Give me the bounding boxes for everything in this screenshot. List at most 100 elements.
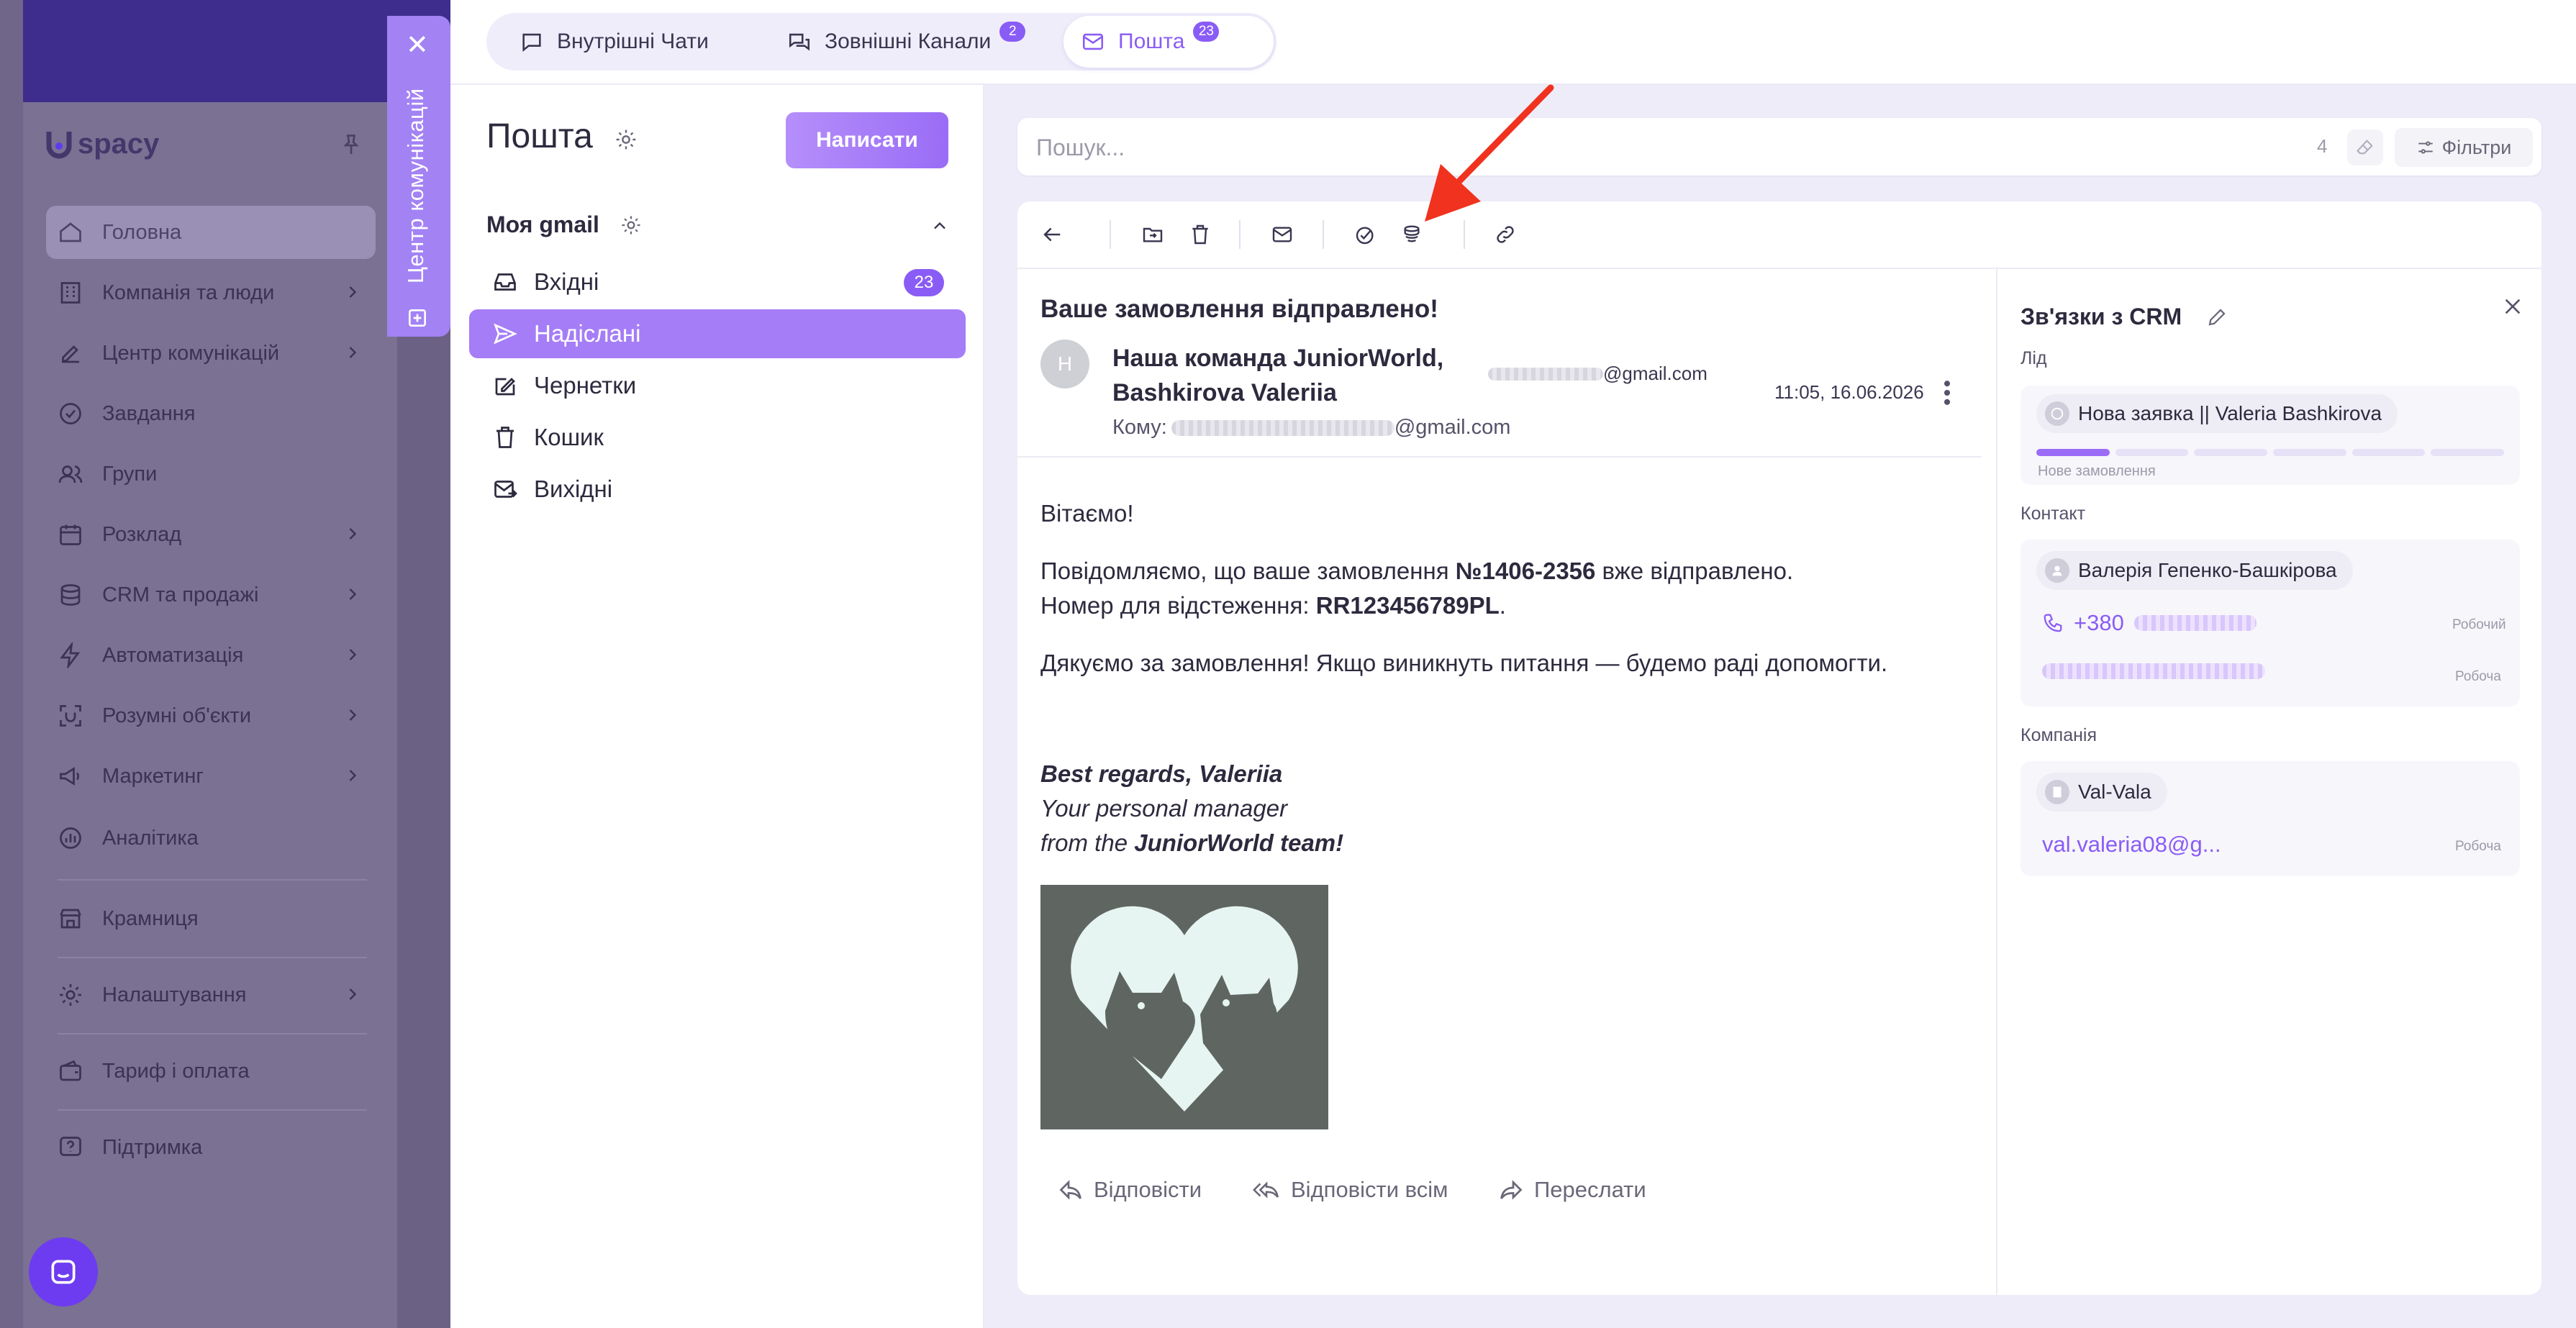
annotation-arrow-icon [1425,84,1554,222]
sidebar-item-settings[interactable]: Налаштування [46,968,376,1022]
lead-chip[interactable]: Нова заявка || Valeria Bashkirova [2036,394,2398,433]
tab-label: Внутрішні Чати [557,29,709,53]
contact-card[interactable]: Валерія Гепенко-Башкірова +380 Робочий Р… [2021,540,2520,706]
delete-icon[interactable] [1184,219,1216,250]
company-email[interactable]: val.valeria08@g... [2042,832,2221,858]
users-icon [55,458,86,490]
email-type-tag: Робоча [2455,669,2501,684]
sidebar-divider [58,957,367,958]
back-arrow-icon[interactable] [1036,219,1068,250]
sidebar-divider [58,1033,367,1034]
reply-button[interactable]: Відповісти [1058,1177,1202,1203]
sidebar-item-home[interactable]: Головна [46,206,376,259]
body-line: Номер для відстеження: RR123456789PL. [1040,588,1976,623]
lead-avatar-icon [2045,401,2069,426]
sidebar-item-groups[interactable]: Групи [46,447,376,501]
sidebar-item-label: Маркетинг [102,764,204,788]
analytics-icon [55,822,86,854]
communication-center-tab[interactable]: ✕ Центр комунікацій [387,16,450,337]
sender-name: Наша команда JuniorWorld, Bashkirova Val… [1112,345,1444,406]
signature: Best regards, Valeriia Your personal man… [1040,757,1343,860]
tab-internal-chats[interactable]: Внутрішні Чати [502,16,726,68]
compose-button[interactable]: Написати [786,112,948,168]
edit-icon [55,337,86,369]
redacted-text [2042,663,2265,679]
mail-icon [1081,29,1105,54]
reply-all-button[interactable]: Відповісти всім [1252,1177,1448,1203]
company-logo-image [1040,885,1328,1129]
folder-inbox[interactable]: Вхідні 23 [469,258,966,306]
sidebar-item-label: CRM та продажі [102,583,259,606]
company-card[interactable]: Val-Vala val.valeria08@g... Робоча [2021,761,2520,876]
contact-phone[interactable]: +380 [2042,610,2257,636]
company-chip[interactable]: Val-Vala [2036,773,2167,811]
sidebar-item-store[interactable]: Крамниця [46,892,376,945]
close-icon[interactable]: ✕ [406,32,429,59]
folder-trash[interactable]: Кошик [469,413,966,462]
sidebar-item-schedule[interactable]: Розклад [46,508,376,561]
folder-sent[interactable]: Надіслані [469,309,966,358]
body-text: Номер для відстеження: [1040,592,1316,619]
body-text: вже відправлено. [1595,558,1794,584]
sidebar-item-communications[interactable]: Центр комунікацій [46,327,376,380]
sidebar-item-label: Розклад [102,522,182,546]
chat-bubble-icon [520,29,544,54]
sidebar-item-billing[interactable]: Тариф і оплата [46,1045,376,1098]
settings-gear-icon[interactable] [614,128,638,151]
folder-drafts[interactable]: Чернетки [469,361,966,410]
sidebar-item-automation[interactable]: Автоматизація [46,629,376,682]
folder-outbox[interactable]: Вихідні [469,465,966,514]
sidebar-item-company[interactable]: Компанія та люди [46,266,376,319]
contact-email[interactable] [2042,663,2265,679]
sidebar-item-tasks[interactable]: Завдання [46,387,376,440]
contact-avatar-icon [2045,558,2069,583]
sidebar-item-analytics[interactable]: Аналітика [46,811,376,865]
sidebar-item-label: Тариф і оплата [102,1059,250,1083]
lead-card[interactable]: Нова заявка || Valeria Bashkirova Нове з… [2021,386,2520,485]
unread-count-badge: 23 [904,269,944,296]
forward-button[interactable]: Переслати [1498,1177,1646,1203]
phone-icon [2044,614,2062,632]
chevron-right-icon [343,524,363,544]
folder-label: Вихідні [534,476,613,502]
note-icon [406,306,429,329]
smart-object-icon [55,700,86,732]
sidebar-divider [58,879,367,881]
reply-label: Відповісти [1094,1177,1202,1202]
sidebar-item-crm[interactable]: CRM та продажі [46,568,376,622]
app-logo[interactable]: spacy [45,128,159,160]
tab-mail[interactable]: Пошта 23 [1063,16,1274,68]
sidebar-item-support[interactable]: Підтримка [46,1121,376,1174]
clear-search-icon[interactable] [2347,129,2383,165]
close-icon[interactable] [2501,295,2524,318]
mail-account-name[interactable]: Моя gmail [486,212,599,238]
search-bar: 4 Фільтри [1017,118,2541,176]
sidebar-item-marketing[interactable]: Маркетинг [46,750,376,803]
gear-icon [55,979,86,1011]
more-vertical-icon[interactable] [1936,377,1959,409]
crm-links-panel: Зв'язки з CRM Лід Нова заявка || Valeria… [1996,268,2541,1295]
sidebar-item-label: Підтримка [102,1135,203,1159]
search-result-count: 4 [2317,135,2328,157]
chevron-up-icon[interactable] [930,216,950,236]
filters-button[interactable]: Фільтри [2395,128,2533,167]
tab-external-channels[interactable]: Зовнішні Канали 2 [770,16,1043,68]
pin-icon[interactable] [338,132,364,158]
crm-panel-title: Зв'язки з CRM [2021,304,2182,329]
recipient-line: Кому: @gmail.com [1112,416,1510,440]
contact-chip[interactable]: Валерія Гепенко-Башкірова [2036,551,2353,590]
building-icon [55,277,86,309]
coins-icon [55,579,86,611]
sidebar-item-label: Групи [102,462,158,486]
lead-stage-label: Нове замовлення [2038,463,2156,479]
account-gear-icon[interactable] [620,214,642,236]
tab-badge: 23 [1193,22,1220,42]
move-folder-icon[interactable] [1137,219,1169,250]
mark-unread-mail-icon[interactable] [1266,219,1298,250]
page-title: Пошта [486,117,593,155]
search-input[interactable] [1035,129,2117,165]
chat-bubble-button[interactable] [29,1237,98,1306]
pencil-icon[interactable] [2206,306,2228,328]
sidebar-item-smart-objects[interactable]: Розумні об'єкти [46,689,376,742]
create-task-icon[interactable] [1350,219,1382,250]
